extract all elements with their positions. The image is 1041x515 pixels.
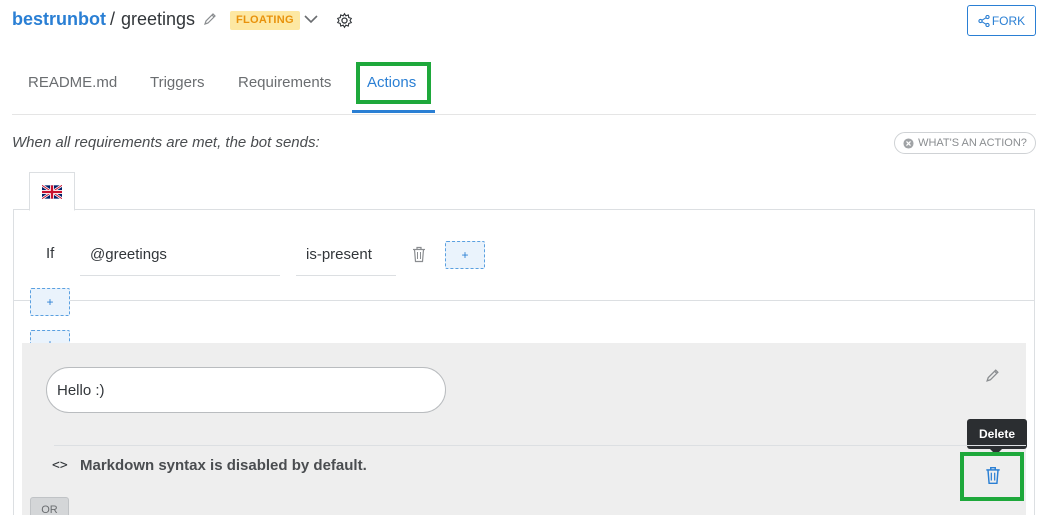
highlight-box-actions-tab (356, 62, 431, 104)
if-label: If (46, 245, 55, 262)
code-icon: <> (52, 458, 68, 473)
add-requirement-button[interactable]: + (30, 288, 70, 316)
share-icon (978, 14, 990, 27)
fork-button[interactable]: FORK (967, 5, 1036, 36)
highlight-box-delete-button (960, 452, 1024, 501)
uk-flag-icon (42, 184, 62, 199)
status-badge: FLOATING (230, 11, 300, 30)
intent-field[interactable]: @greetings (80, 236, 280, 276)
fork-label: FORK (991, 13, 1026, 28)
active-tab-indicator (352, 110, 435, 113)
whats-an-action-button[interactable]: WHAT'S AN ACTION? (894, 132, 1036, 154)
close-circle-icon (903, 137, 914, 149)
tab-triggers[interactable]: Triggers (150, 74, 204, 91)
bot-owner-link[interactable]: bestrunbot (12, 9, 106, 30)
tab-readme[interactable]: README.md (28, 74, 117, 91)
title-separator: / (110, 9, 116, 29)
bot-name: greetings (121, 9, 196, 29)
trash-icon[interactable] (411, 246, 427, 263)
markdown-note: Markdown syntax is disabled by default. (80, 457, 367, 474)
tabs-divider (12, 114, 1036, 115)
markdown-divider (54, 445, 1026, 446)
message-input[interactable]: Hello :) (46, 367, 446, 413)
language-tab-english[interactable] (29, 172, 75, 211)
condition-divider (13, 300, 1035, 301)
tab-requirements[interactable]: Requirements (238, 74, 331, 91)
whats-an-action-label: WHAT'S AN ACTION? (918, 137, 1027, 149)
operator-select[interactable]: is-present (296, 236, 396, 276)
or-button[interactable]: OR (30, 497, 69, 515)
gear-icon[interactable] (336, 12, 353, 29)
add-condition-button[interactable]: + (445, 241, 485, 269)
pencil-icon[interactable] (985, 368, 1000, 383)
chevron-down-icon[interactable] (303, 11, 319, 27)
pencil-icon[interactable] (203, 12, 217, 26)
actions-intro-text: When all requirements are met, the bot s… (12, 134, 320, 151)
